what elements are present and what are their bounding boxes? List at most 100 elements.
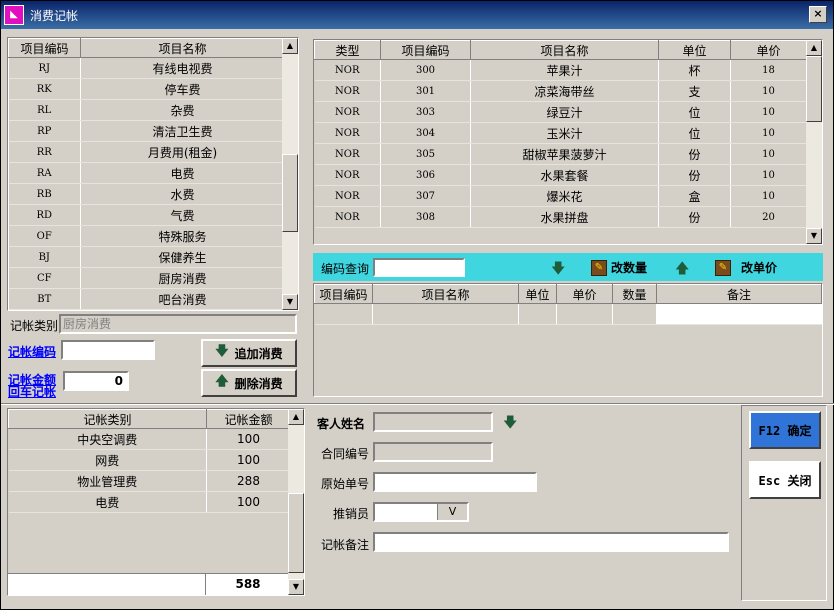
table-cell[interactable]: RP xyxy=(8,120,81,142)
items-scrollbar[interactable]: ▲ ▼ xyxy=(282,38,298,310)
table-cell[interactable]: 爆米花 xyxy=(470,185,659,207)
table-row[interactable]: NOR 300 苹果汁杯 18 xyxy=(314,59,807,81)
table-cell[interactable]: NOR xyxy=(314,122,381,144)
table-cell[interactable]: 20 xyxy=(730,206,807,228)
table-row[interactable]: 物业管理费 288 xyxy=(8,470,291,492)
items-header-name[interactable]: 项目名称 xyxy=(80,38,285,58)
code-input[interactable] xyxy=(61,340,155,360)
table-cell[interactable]: 甜椒苹果菠萝汁 xyxy=(470,143,659,165)
scroll-down-icon[interactable]: ▼ xyxy=(288,579,304,595)
summary-header-category[interactable]: 记帐类别 xyxy=(8,409,207,429)
table-cell[interactable]: 水果套餐 xyxy=(470,164,659,186)
table-row[interactable]: RR 月费用(租金) xyxy=(8,141,285,163)
table-row[interactable]: BT 吧台消费 xyxy=(8,288,285,310)
table-cell[interactable]: 杯 xyxy=(658,59,731,81)
table-cell[interactable]: 301 xyxy=(380,80,471,102)
table-cell[interactable]: BJ xyxy=(8,246,81,268)
scroll-thumb[interactable] xyxy=(282,154,298,232)
goods-header-type[interactable]: 类型 xyxy=(314,40,381,60)
items-header-code[interactable]: 项目编码 xyxy=(8,38,81,58)
original-order-input[interactable] xyxy=(373,472,537,492)
table-cell[interactable]: 304 xyxy=(380,122,471,144)
scroll-up-icon[interactable]: ▲ xyxy=(282,38,298,54)
table-cell[interactable]: 特殊服务 xyxy=(80,225,285,247)
table-cell[interactable]: 物业管理费 xyxy=(8,470,207,492)
goods-header-unit[interactable]: 单位 xyxy=(658,40,731,60)
table-cell[interactable]: 位 xyxy=(658,122,731,144)
table-cell[interactable]: 网费 xyxy=(8,449,207,471)
table-cell[interactable]: 中央空调费 xyxy=(8,428,207,450)
table-row[interactable]: RB 水费 xyxy=(8,183,285,205)
table-cell[interactable]: 水费 xyxy=(80,183,285,205)
table-cell[interactable]: 100 xyxy=(206,449,291,471)
table-cell[interactable]: 306 xyxy=(380,164,471,186)
summary-header-amount[interactable]: 记帐金额 xyxy=(206,409,291,429)
table-cell[interactable]: 100 xyxy=(206,428,291,450)
table-cell[interactable]: RD xyxy=(8,204,81,226)
table-row[interactable]: 网费 100 xyxy=(8,449,291,471)
search-input[interactable] xyxy=(373,258,465,277)
table-row[interactable]: NOR 307 爆米花盒 10 xyxy=(314,185,807,207)
table-cell[interactable]: RB xyxy=(8,183,81,205)
table-cell[interactable]: 绿豆汁 xyxy=(470,101,659,123)
order-header-unit[interactable]: 单位 xyxy=(518,284,557,304)
table-cell[interactable]: 份 xyxy=(658,143,731,165)
table-row[interactable]: BJ 保健养生 xyxy=(8,246,285,268)
goods-header-name[interactable]: 项目名称 xyxy=(470,40,659,60)
goods-scrollbar[interactable]: ▲ ▼ xyxy=(806,40,822,244)
change-quantity-button[interactable]: ✎ 改数量 xyxy=(591,259,647,276)
table-cell[interactable]: 电费 xyxy=(8,491,207,513)
empty-cell[interactable] xyxy=(556,303,613,325)
goods-header-code[interactable]: 项目编码 xyxy=(380,40,471,60)
table-cell[interactable]: 玉米汁 xyxy=(470,122,659,144)
table-cell[interactable]: 位 xyxy=(658,101,731,123)
table-cell[interactable]: NOR xyxy=(314,59,381,81)
table-cell[interactable]: 10 xyxy=(730,185,807,207)
table-row[interactable]: RK 停车费 xyxy=(8,78,285,100)
table-cell[interactable]: 气费 xyxy=(80,204,285,226)
table-cell[interactable]: 电费 xyxy=(80,162,285,184)
close-button[interactable]: Esc 关闭 xyxy=(749,461,821,499)
table-row[interactable]: RA 电费 xyxy=(8,162,285,184)
down-arrow-icon[interactable]: 🡇 xyxy=(551,258,565,282)
table-cell[interactable]: RL xyxy=(8,99,81,121)
table-row[interactable]: OF 特殊服务 xyxy=(8,225,285,247)
table-cell[interactable]: NOR xyxy=(314,101,381,123)
table-cell[interactable]: 支 xyxy=(658,80,731,102)
delete-consumption-button[interactable]: 🡅 删除消费 xyxy=(201,369,297,397)
table-cell[interactable]: NOR xyxy=(314,164,381,186)
table-cell[interactable]: 吧台消费 xyxy=(80,288,285,310)
empty-cell[interactable] xyxy=(372,303,519,325)
empty-cell[interactable] xyxy=(314,303,373,325)
scroll-down-icon[interactable]: ▼ xyxy=(282,294,298,310)
table-cell[interactable]: 厨房消费 xyxy=(80,267,285,289)
table-cell[interactable]: RR xyxy=(8,141,81,163)
code-link[interactable]: 记帐编码 xyxy=(8,343,56,360)
table-cell[interactable]: 300 xyxy=(380,59,471,81)
table-cell[interactable]: 苹果汁 xyxy=(470,59,659,81)
table-cell[interactable]: 303 xyxy=(380,101,471,123)
scroll-up-icon[interactable]: ▲ xyxy=(806,40,822,56)
confirm-button[interactable]: F12 确定 xyxy=(749,411,821,449)
summary-scrollbar[interactable]: ▲ ▼ xyxy=(288,409,304,595)
table-row[interactable]: NOR 308 水果拼盘份 20 xyxy=(314,206,807,228)
empty-cell[interactable] xyxy=(656,303,822,325)
order-header-price[interactable]: 单价 xyxy=(556,284,613,304)
table-cell[interactable]: 305 xyxy=(380,143,471,165)
table-cell[interactable]: 100 xyxy=(206,491,291,513)
table-cell[interactable]: NOR xyxy=(314,185,381,207)
salesperson-select[interactable]: V xyxy=(373,502,469,522)
table-cell[interactable]: 份 xyxy=(658,164,731,186)
close-window-button[interactable]: × xyxy=(809,6,827,23)
table-cell[interactable]: 盒 xyxy=(658,185,731,207)
table-row[interactable]: NOR 301 凉菜海带丝支 10 xyxy=(314,80,807,102)
empty-cell[interactable] xyxy=(612,303,657,325)
scroll-thumb[interactable] xyxy=(806,56,822,122)
table-row[interactable]: RL 杂费 xyxy=(8,99,285,121)
table-cell[interactable]: 杂费 xyxy=(80,99,285,121)
table-cell[interactable]: 份 xyxy=(658,206,731,228)
table-row[interactable]: NOR 303 绿豆汁位 10 xyxy=(314,101,807,123)
table-cell[interactable]: NOR xyxy=(314,143,381,165)
table-cell[interactable]: 10 xyxy=(730,122,807,144)
down-arrow-icon[interactable]: 🡇 xyxy=(503,412,517,436)
